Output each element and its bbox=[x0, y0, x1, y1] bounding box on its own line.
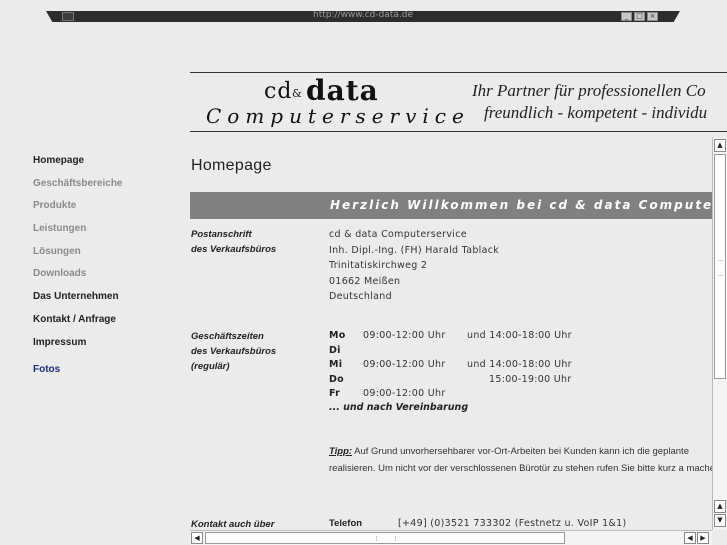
close-button[interactable]: × bbox=[647, 12, 658, 21]
hours-row: Di bbox=[329, 344, 363, 358]
nav-item-fotos[interactable]: Fotos bbox=[33, 363, 183, 386]
hours-day: Di bbox=[329, 344, 341, 356]
hours-row: Do 15:00-19:00 Uhr bbox=[329, 373, 572, 387]
hours-afternoon: 15:00-19:00 Uhr bbox=[489, 373, 572, 385]
maximize-button[interactable]: □ bbox=[634, 12, 645, 21]
header-top-rule bbox=[190, 72, 727, 73]
geschaeftszeiten-label-1: Geschäftszeiten bbox=[191, 331, 264, 342]
hours-row: Fr 09:00-12:00 Uhr bbox=[329, 387, 467, 401]
tipp-label: Tipp: bbox=[329, 446, 353, 457]
nav-item-homepage[interactable]: Homepage bbox=[33, 154, 183, 177]
window-title-bar[interactable]: http://www.cd-data.de _ □ × bbox=[46, 11, 680, 22]
hours-day: Mo bbox=[329, 330, 346, 341]
scroll-left-button-right[interactable]: ◀ bbox=[684, 532, 696, 544]
address-line: Deutschland bbox=[329, 291, 392, 302]
main-content: Homepage Herzlich Willkommen bei cd & da… bbox=[190, 140, 712, 530]
hours-morning: 09:00-12:00 Uhr bbox=[363, 359, 446, 370]
kontakt-label: Kontakt auch über bbox=[191, 519, 275, 530]
nav-item-produkte[interactable]: Produkte bbox=[33, 199, 183, 222]
minimize-button[interactable]: _ bbox=[621, 12, 632, 21]
geschaeftszeiten-label-2: des Verkaufsbüros bbox=[191, 346, 277, 357]
logo-ampersand: & bbox=[292, 87, 302, 100]
logo-cd: cd bbox=[264, 79, 293, 104]
scroll-down-button[interactable]: ▼ bbox=[714, 514, 726, 527]
header-bottom-rule bbox=[190, 131, 727, 132]
nav-item-downloads[interactable]: Downloads bbox=[33, 267, 183, 290]
scroll-left-button[interactable]: ◀ bbox=[191, 532, 203, 544]
address-line: 01662 Meißen bbox=[329, 275, 401, 287]
telefon-value: [+49] (0)3521 733302 (Festnetz u. VoIP 1… bbox=[398, 518, 627, 529]
page-title: Homepage bbox=[191, 157, 272, 174]
scroll-up-button-lower[interactable]: ▲ bbox=[714, 500, 726, 513]
nav-item-geschaeftsbereiche[interactable]: Geschäftsbereiche bbox=[33, 177, 183, 200]
horizontal-scrollbar[interactable]: ◀ ◀ ▶ bbox=[190, 530, 712, 545]
hours-afternoon: und 14:00-18:00 Uhr bbox=[467, 359, 572, 370]
hours-afternoon: und 14:00-18:00 Uhr bbox=[467, 330, 572, 341]
scrollbar-corner bbox=[712, 530, 727, 545]
nav-item-kontakt-anfrage[interactable]: Kontakt / Anfrage bbox=[33, 313, 183, 336]
hours-footnote: ... und nach Vereinbarung bbox=[329, 402, 469, 413]
postanschrift-label-2: des Verkaufsbüros bbox=[191, 244, 277, 255]
slogan-line-1: Ihr Partner für professionellen Co bbox=[472, 81, 706, 100]
hours-morning: 09:00-12:00 Uhr bbox=[363, 388, 446, 399]
hours-day: Fr bbox=[329, 388, 341, 399]
scroll-right-button[interactable]: ▶ bbox=[697, 532, 709, 544]
geschaeftszeiten-label-3: (regulär) bbox=[191, 361, 230, 372]
tipp-text: Auf Grund unvorhersehbarer vor-Ort-Arbei… bbox=[329, 446, 712, 474]
slogan-line-2: freundlich - kompetent - individu bbox=[484, 103, 708, 122]
logo-subtitle: Computerservice bbox=[206, 104, 470, 128]
nav-item-loesungen[interactable]: Lösungen bbox=[33, 245, 183, 268]
welcome-banner: Herzlich Willkommen bei cd & data Comput… bbox=[190, 192, 712, 219]
vertical-scroll-thumb[interactable] bbox=[714, 154, 726, 379]
hours-row: Mi 09:00-12:00 Uhr und 14:00-18:00 Uhr bbox=[329, 358, 572, 372]
address-line: Inh. Dipl.-Ing. (FH) Harald Tablack bbox=[329, 244, 500, 256]
telefon-label: Telefon bbox=[329, 518, 363, 529]
horizontal-scroll-thumb[interactable] bbox=[205, 532, 565, 544]
scroll-up-button[interactable]: ▲ bbox=[714, 139, 726, 152]
address-line: Trinitatiskirchweg 2 bbox=[329, 260, 428, 271]
nav-item-das-unternehmen[interactable]: Das Unternehmen bbox=[33, 290, 183, 313]
window-title: http://www.cd-data.de bbox=[313, 10, 413, 20]
nav-item-leistungen[interactable]: Leistungen bbox=[33, 222, 183, 245]
hours-day: Do bbox=[329, 373, 345, 385]
welcome-banner-text: Herzlich Willkommen bei cd & data Comput… bbox=[330, 198, 712, 212]
hours-day: Mi bbox=[329, 359, 343, 370]
address-line: cd & data Computerservice bbox=[329, 229, 467, 240]
grip-icon bbox=[376, 536, 396, 541]
tipp-paragraph: Tipp: Auf Grund unvorhersehbarer vor-Ort… bbox=[329, 444, 712, 477]
vertical-scrollbar[interactable]: ▲ ▲ ▼ bbox=[712, 138, 727, 530]
logo-data: data bbox=[306, 74, 379, 107]
postanschrift-label-1: Postanschrift bbox=[191, 229, 252, 240]
nav-item-impressum[interactable]: Impressum bbox=[33, 336, 183, 359]
sidebar-nav: Homepage Geschäftsbereiche Produkte Leis… bbox=[33, 154, 183, 386]
hours-row: Mo 09:00-12:00 Uhr und 14:00-18:00 Uhr bbox=[329, 329, 572, 343]
grip-icon bbox=[718, 260, 723, 276]
window-controls: _ □ × bbox=[621, 12, 658, 21]
hours-morning: 09:00-12:00 Uhr bbox=[363, 330, 446, 341]
